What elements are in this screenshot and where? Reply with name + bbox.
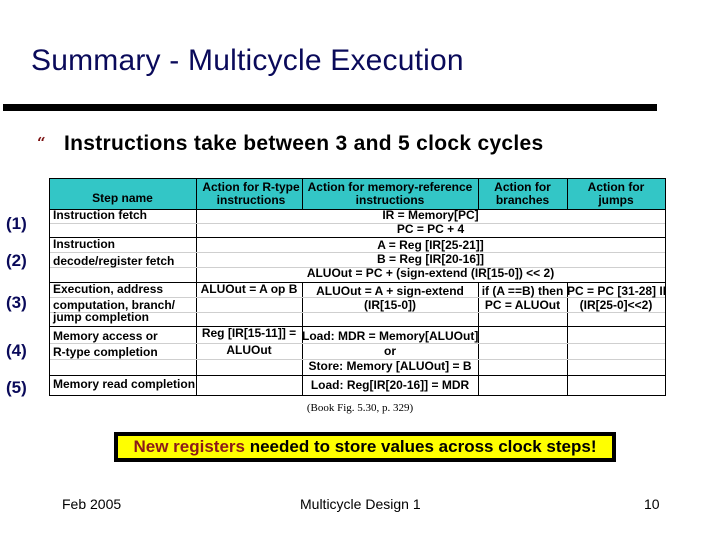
footer-title: Multicycle Design 1	[300, 496, 421, 512]
header-jumps: Action for jumps	[567, 181, 665, 212]
row3-memref-line2: (IR[15-0])	[363, 298, 416, 312]
header-memref-line2: instructions	[355, 193, 425, 207]
row3-step-name-line1: Execution, address	[53, 282, 164, 296]
row-divider-3	[49, 326, 666, 327]
table-border-bottom	[49, 395, 666, 396]
col-divider-4-header	[567, 178, 568, 209]
row3-branches-line1: if (A ==B) then	[481, 284, 564, 298]
row4-memref-line1: Load: MDR = Memory[ALUOut]	[302, 329, 479, 343]
gridline	[50, 343, 665, 344]
header-step-name: Step name	[92, 191, 153, 205]
row3-step-name-line3: jump completion	[53, 310, 149, 324]
row2-shared-line1: A = Reg [IR[25-21]]	[377, 238, 484, 252]
row1-shared-line2: PC = PC + 4	[396, 222, 465, 236]
header-rtype: Action for R-type instructions	[196, 181, 306, 212]
row4-rtype-line1: Reg [IR[15-11]] =	[201, 326, 297, 340]
step-number-1: (1)	[6, 214, 27, 233]
header-jumps-line2: jumps	[598, 193, 634, 207]
row4-rtype-line2: ALUOut	[226, 343, 272, 357]
row3-branches-line2: PC = ALUOut	[484, 298, 561, 312]
step-number-5: (5)	[6, 378, 27, 397]
row4-step-name-line1: Memory access or	[53, 329, 158, 343]
quote-bullet-icon: “	[37, 134, 46, 152]
row3-jumps-line1: PC = PC [31-28] II	[567, 284, 667, 298]
callout-highlight: New registers	[133, 437, 246, 456]
row3-memref-line1: ALUOut = A + sign-extend	[316, 284, 464, 298]
row2-shared-line3: ALUOut = PC + (sign-extend (IR[15-0]) <<…	[306, 266, 555, 280]
step-number-2: (2)	[6, 251, 27, 270]
col-divider-3-header	[478, 178, 479, 209]
row2-shared-line2: B = Reg [IR[20-16]]	[376, 252, 485, 266]
footer-date: Feb 2005	[62, 496, 122, 512]
row4-memref-line2: or	[384, 344, 396, 358]
title-divider	[3, 104, 657, 111]
slide-number: 10	[644, 496, 660, 512]
row4-step-name-line2: R-type completion	[53, 345, 158, 359]
row-divider-4	[49, 375, 666, 376]
table-border-left	[49, 178, 50, 395]
bullet-text: Instructions take between 3 and 5 clock …	[64, 132, 544, 155]
header-rtype-line2: instructions	[216, 193, 286, 207]
row3-jumps-line2: (IR[25-0]<<2)	[579, 298, 653, 312]
step-number-4: (4)	[6, 341, 27, 360]
row1-shared-line1: IR = Memory[PC]	[382, 208, 479, 222]
row5-memref: Load: Reg[IR[20-16]] = MDR	[310, 378, 470, 392]
slide-title: Summary - Multicycle Execution	[31, 44, 464, 77]
table-border-top	[49, 178, 666, 179]
callout-box: New registers needed to store values acr…	[114, 432, 616, 462]
header-branches: Action for branches	[478, 181, 567, 212]
book-reference: (Book Fig. 5.30, p. 329)	[306, 402, 414, 414]
header-branches-line2: branches	[495, 193, 550, 207]
step-number-3: (3)	[6, 293, 27, 312]
row-divider-1	[49, 237, 666, 238]
col-divider-2-header	[302, 178, 303, 209]
row2-step-name-line1: Instruction	[53, 237, 115, 251]
multicycle-summary-table: Step name Action for R-type instructions…	[49, 178, 667, 396]
callout-text: needed to store values across clock step…	[245, 437, 597, 456]
row2-step-name-line2: decode/register fetch	[53, 254, 175, 268]
row4-memref-line3: Store: Memory [ALUOut] = B	[308, 359, 472, 373]
row3-rtype: ALUOut = A op B	[200, 282, 298, 296]
row1-step-name: Instruction fetch	[53, 208, 148, 222]
row5-step-name: Memory read completion	[53, 377, 196, 391]
